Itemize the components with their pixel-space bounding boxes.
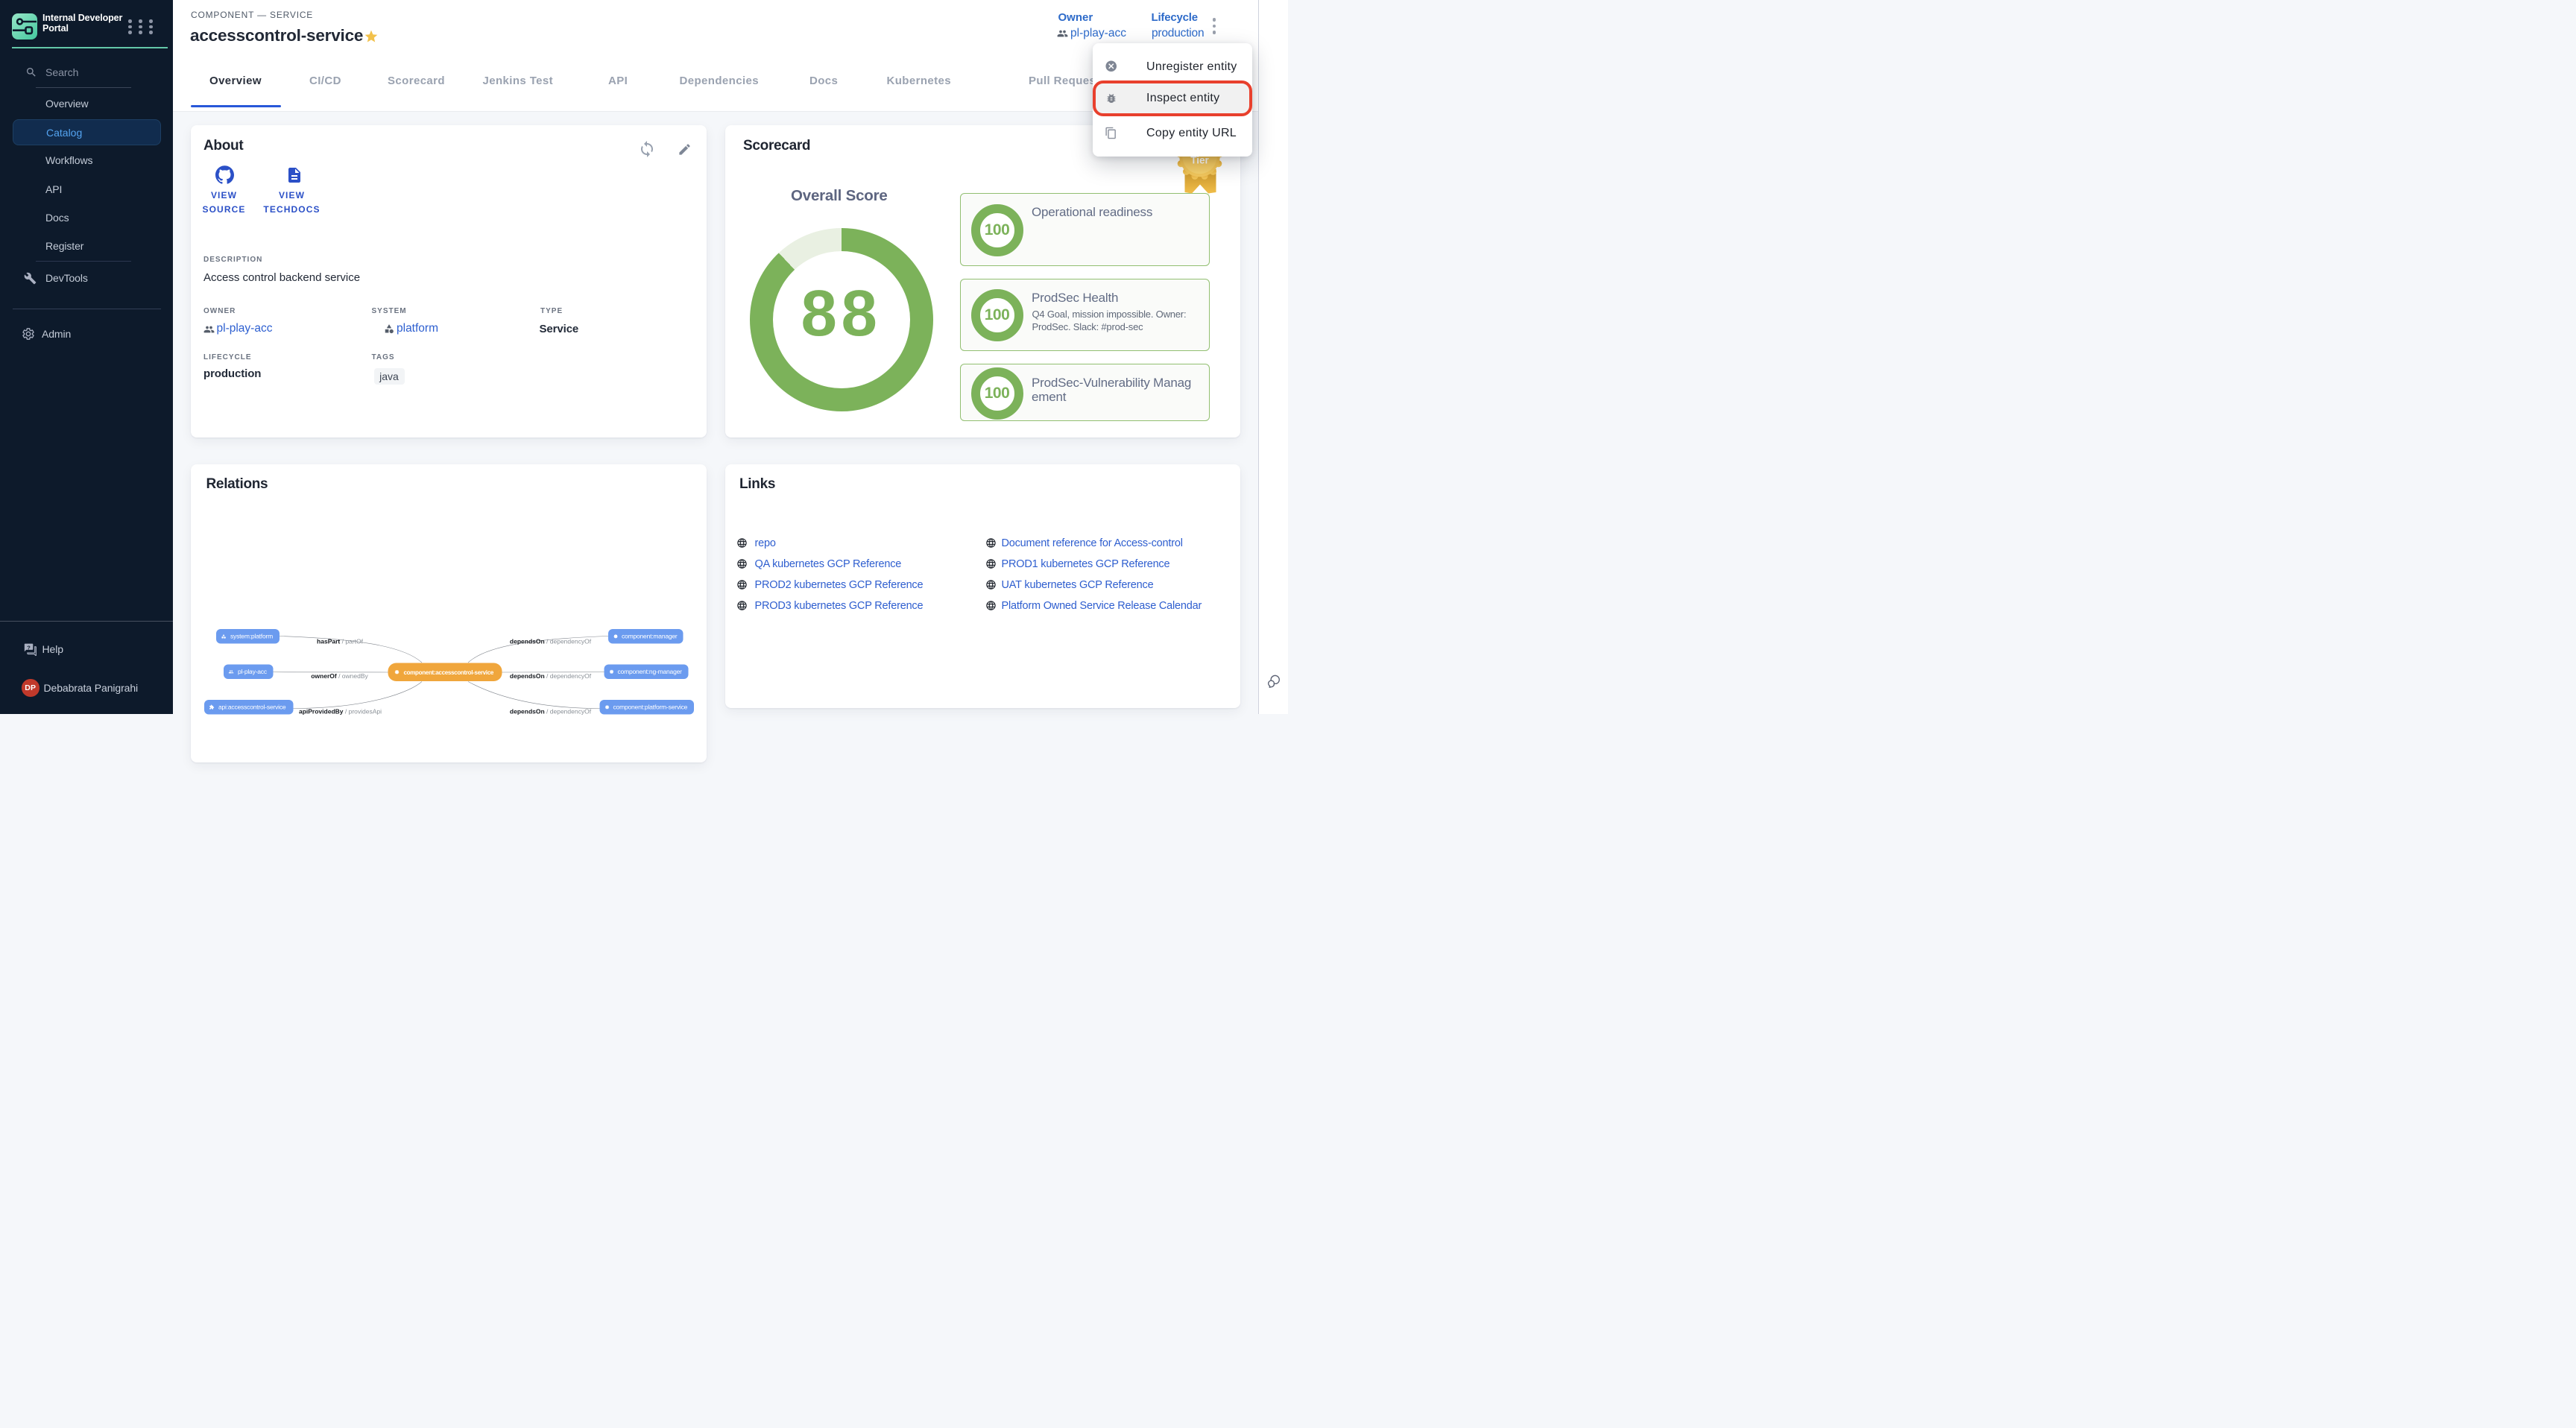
svg-text:dependsOn / dependencyOf: dependsOn / dependencyOf (510, 637, 592, 645)
svg-text:component:ng-manager: component:ng-manager (618, 668, 683, 675)
svg-text:ownerOf / ownedBy: ownerOf / ownedBy (311, 672, 368, 680)
svg-text:component:platform-service: component:platform-service (613, 703, 688, 710)
svg-text:component:manager: component:manager (622, 632, 678, 639)
svg-text:hasPart / partOf: hasPart / partOf (317, 637, 364, 645)
svg-text:system:platform: system:platform (230, 632, 273, 639)
svg-text:api:accesscontrol-service: api:accesscontrol-service (218, 703, 286, 710)
svg-text:dependsOn / dependencyOf: dependsOn / dependencyOf (510, 672, 592, 680)
svg-text:pl-play-acc: pl-play-acc (238, 668, 268, 675)
svg-text:apiProvidedBy / providesApi: apiProvidedBy / providesApi (299, 707, 382, 715)
svg-text:component:accesscontrol-servic: component:accesscontrol-service (404, 669, 494, 676)
svg-text:?: ? (27, 644, 31, 651)
svg-text:dependsOn / dependencyOf: dependsOn / dependencyOf (510, 707, 592, 715)
